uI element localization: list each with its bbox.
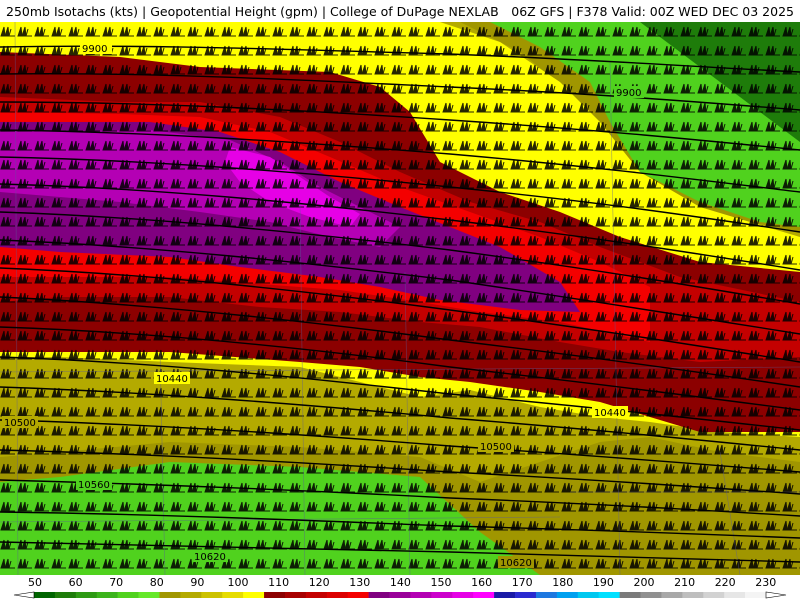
- colorbar-tick-label: 80: [150, 576, 164, 589]
- colorbar-swatch: [410, 592, 432, 598]
- colorbar-tick-label: 190: [593, 576, 614, 589]
- contour-label: 10620: [500, 558, 532, 569]
- colorbar-swatch: [34, 592, 56, 598]
- colorbar-tick-label: 200: [634, 576, 655, 589]
- colorbar-swatch: [264, 592, 286, 598]
- colorbar-swatch: [222, 592, 244, 598]
- colorbar-tick-label: 120: [309, 576, 330, 589]
- colorbar-right-arrow: [765, 591, 787, 599]
- colorbar-tick-label: 170: [512, 576, 533, 589]
- colorbar-tick-label: 110: [268, 576, 289, 589]
- colorbar-swatch: [180, 592, 202, 598]
- colorbar-tick-label: 150: [431, 576, 452, 589]
- contour-label: 10440: [594, 408, 626, 419]
- contour-label: 9900: [616, 88, 641, 99]
- colorbar-swatch: [431, 592, 453, 598]
- colorbar-swatch: [745, 592, 767, 598]
- colorbar-tick-label: 230: [755, 576, 776, 589]
- colorbar-swatch: [389, 592, 411, 598]
- colorbar-tick-label: 60: [69, 576, 83, 589]
- colorbar-tick-label: 50: [28, 576, 42, 589]
- colorbar-swatches: [34, 592, 767, 598]
- colorbar-swatch: [284, 592, 307, 598]
- colorbar-tick-label: 100: [228, 576, 249, 589]
- colorbar-swatch: [619, 592, 641, 598]
- colorbar-swatch: [138, 592, 160, 598]
- colorbar-swatch: [201, 592, 223, 598]
- colorbar-tick-label: 140: [390, 576, 411, 589]
- contour-label: 10440: [156, 374, 188, 385]
- colorbar-tick-label: 90: [190, 576, 204, 589]
- colorbar-tick-label: 220: [715, 576, 736, 589]
- colorbar-tick-label: 130: [349, 576, 370, 589]
- colorbar-swatch: [473, 592, 495, 598]
- colorbar-swatch: [96, 592, 118, 598]
- colorbar-swatch: [577, 592, 599, 598]
- colorbar-tick-label: 210: [674, 576, 695, 589]
- colorbar-swatch: [347, 592, 369, 598]
- colorbar-swatch: [75, 592, 98, 598]
- colorbar-swatch: [494, 592, 516, 598]
- colorbar-swatch: [535, 592, 558, 598]
- colorbar-swatch: [326, 592, 349, 598]
- isotach-map: 9900 9900 10440 10440 10500 10500 10560 …: [0, 22, 800, 575]
- colorbar-swatch: [682, 592, 704, 598]
- colorbar-swatch: [305, 592, 328, 598]
- contour-label: 10560: [78, 480, 110, 491]
- colorbar-ticks: 50 60 70 80 90 100 110 120 130 140 150 160 170 180 190…: [28, 576, 776, 589]
- colorbar-swatch: [243, 592, 265, 598]
- colorbar-left-arrow: [13, 591, 35, 599]
- colorbar-swatch: [598, 592, 620, 598]
- title-run-info: 06Z GFS | F378 Valid: 00Z WED DEC 03 202…: [511, 4, 794, 19]
- colorbar-swatch: [54, 592, 77, 598]
- contour-label: 10500: [4, 418, 36, 429]
- colorbar-swatch: [159, 592, 181, 598]
- colorbar-tick-label: 160: [471, 576, 492, 589]
- colorbar-swatch: [452, 592, 474, 598]
- colorbar-tick-label: 180: [552, 576, 573, 589]
- contour-label: 10500: [480, 442, 512, 453]
- colorbar: 50 60 70 80 90 100 110 120 130 140 150 160 170 180 190…: [0, 575, 800, 600]
- colorbar-swatch: [724, 592, 746, 598]
- colorbar-swatch: [515, 592, 537, 598]
- colorbar-swatch: [640, 592, 662, 598]
- contour-label: 9900: [82, 44, 107, 55]
- colorbar-swatch: [368, 592, 390, 598]
- colorbar-swatch: [117, 592, 139, 598]
- contour-label: 10620: [194, 552, 226, 563]
- title-bar: 250mb Isotachs (kts) | Geopotential Heig…: [0, 0, 800, 22]
- colorbar-swatch: [703, 592, 725, 598]
- colorbar-swatch: [556, 592, 579, 598]
- colorbar-tick-label: 70: [109, 576, 123, 589]
- colorbar-swatch: [661, 592, 683, 598]
- title-product: 250mb Isotachs (kts) | Geopotential Heig…: [6, 4, 499, 19]
